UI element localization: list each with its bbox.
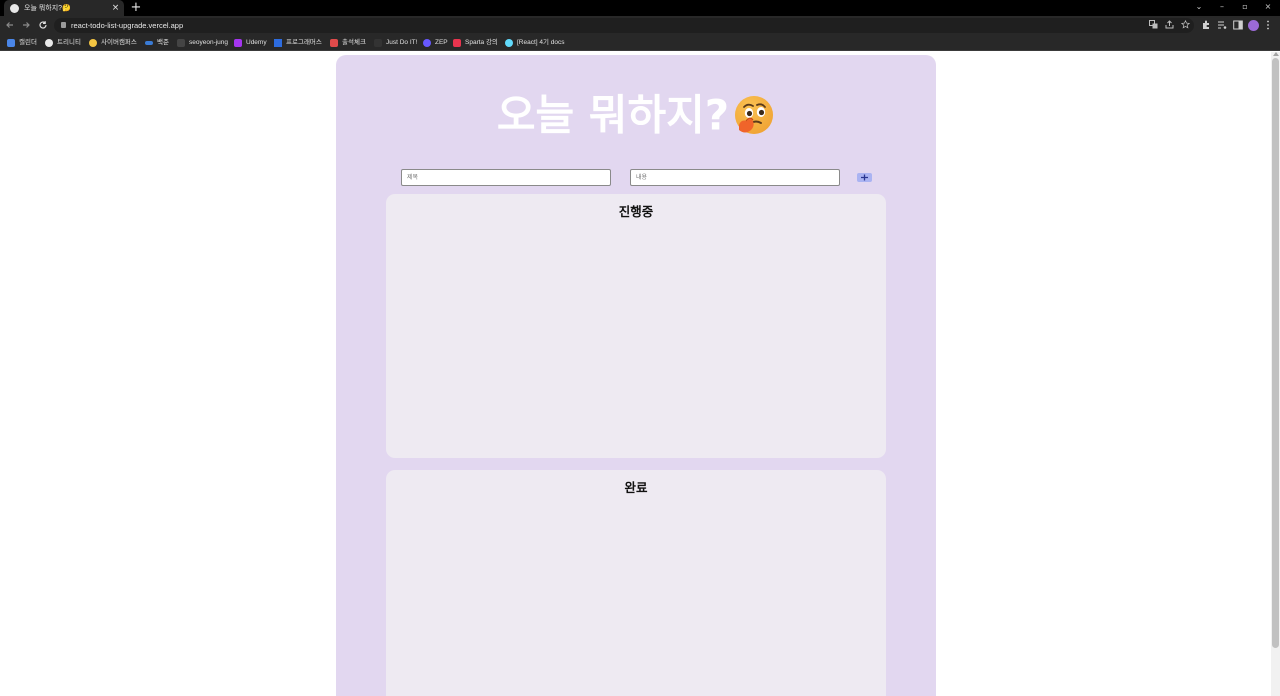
tab-close-icon[interactable]: × (111, 3, 120, 13)
reload-icon[interactable] (37, 19, 49, 31)
address-bar[interactable]: react-todo-list-upgrade.vercel.app (54, 18, 1194, 33)
url-text: react-todo-list-upgrade.vercel.app (71, 21, 184, 30)
bookmark-calendar[interactable]: 캘린더 (7, 38, 37, 48)
forward-arrow-icon[interactable] (20, 19, 32, 31)
translate-icon[interactable] (1148, 20, 1159, 31)
bookmark-cybercampus[interactable]: 사이버캠퍼스 (89, 38, 137, 48)
bookmark-seoyeon-jung[interactable]: seoyeon-jung (177, 38, 228, 48)
page-title-text: 오늘 뭐하지? (496, 90, 730, 140)
react-icon (505, 39, 513, 47)
back-arrow-icon[interactable] (4, 19, 16, 31)
thinking-face-icon (733, 95, 775, 137)
kebab-menu-icon[interactable] (1262, 20, 1273, 31)
udemy-icon (234, 39, 242, 47)
bookmark-label: 프로그래머스 (286, 39, 322, 46)
bookmark-label: seoyeon-jung (189, 39, 229, 46)
bookmark-label: 백준 (157, 39, 169, 46)
in-progress-title: 진행중 (618, 204, 654, 219)
title-input[interactable] (401, 169, 611, 186)
page-title: 오늘 뭐하지? (336, 88, 936, 141)
done-section: 완료 (386, 470, 886, 696)
browser-tab[interactable]: 오늘 뭐하지?🤔 × (4, 0, 124, 16)
bookmark-star-icon[interactable] (1180, 19, 1191, 31)
sparta-icon (453, 39, 461, 47)
lock-icon (61, 22, 66, 28)
bookmark-trinity[interactable]: 트리니티 (45, 38, 81, 48)
browser-toolbar: react-todo-list-upgrade.vercel.app (0, 16, 1280, 35)
bookmark-react-docs[interactable]: [React] 4기 docs (505, 38, 565, 48)
tab-title: 오늘 뭐하지?🤔 (24, 5, 71, 12)
content-input[interactable] (630, 169, 840, 186)
bookmark-baekjoon[interactable]: 백준 (145, 38, 169, 48)
bookmark-sparta[interactable]: Sparta 강의 (453, 38, 498, 48)
bookmark-label: 캘린더 (19, 39, 37, 46)
scrollbar-thumb[interactable] (1272, 58, 1279, 648)
add-todo-button[interactable] (857, 173, 872, 182)
globe-icon (10, 3, 19, 13)
notion-icon (374, 39, 382, 47)
bookmark-attendance[interactable]: 출석체크 (330, 38, 366, 48)
bookmark-udemy[interactable]: Udemy (234, 38, 267, 48)
browser-tab-bar: 오늘 뭐하지?🤔 × + ⌄ – ▫ × (0, 0, 1280, 16)
globe-icon (45, 39, 53, 47)
extensions-icon[interactable] (1200, 20, 1211, 31)
profile-avatar[interactable] (1248, 20, 1259, 31)
media-queue-icon[interactable] (1216, 20, 1227, 31)
bookmark-label: 트리니티 (57, 39, 81, 46)
side-panel-icon[interactable] (1232, 20, 1243, 31)
bookmark-label: Just Do IT! (386, 39, 418, 46)
github-icon (177, 39, 185, 47)
bookmark-label: ZEP (435, 39, 448, 46)
minimize-button[interactable]: – (1214, 1, 1230, 13)
in-progress-section: 진행중 (386, 194, 886, 458)
bookmark-zep[interactable]: ZEP (423, 38, 448, 48)
bookmark-just-do-it[interactable]: Just Do IT! (374, 38, 417, 48)
bookmark-label: 출석체크 (342, 39, 366, 46)
plus-icon (861, 174, 868, 181)
todo-app-container: 오늘 뭐하지? 제목 내용 진행중 완료 (336, 55, 936, 696)
bookmark-label: 사이버캠퍼스 (101, 39, 137, 46)
bookmark-programmers[interactable]: 프로그래머스 (274, 38, 322, 48)
page-scrollbar[interactable] (1271, 52, 1280, 696)
bookmark-label: Sparta 강의 (465, 39, 498, 46)
calendar-icon (7, 39, 15, 47)
zep-icon (423, 39, 431, 47)
tab-search-icon[interactable]: ⌄ (1191, 1, 1207, 13)
new-tab-button[interactable]: + (130, 1, 142, 15)
campus-icon (89, 39, 97, 47)
programmers-icon (274, 39, 282, 47)
bookmark-label: Udemy (246, 39, 267, 46)
bookmark-label: [React] 4기 docs (517, 39, 565, 46)
baekjoon-icon (145, 41, 153, 45)
scroll-up-arrow-icon[interactable] (1273, 52, 1279, 56)
page-viewport: 오늘 뭐하지? 제목 내용 진행중 완료 (0, 52, 1271, 696)
restore-button[interactable]: ▫ (1237, 1, 1253, 13)
attendance-icon (330, 39, 338, 47)
done-title: 완료 (624, 480, 648, 495)
share-icon[interactable] (1164, 20, 1175, 31)
window-close-button[interactable]: × (1260, 1, 1276, 13)
bookmarks-bar: 캘린더 트리니티 사이버캠퍼스 백준 seoyeon-jung Udemy 프로… (0, 35, 1280, 51)
